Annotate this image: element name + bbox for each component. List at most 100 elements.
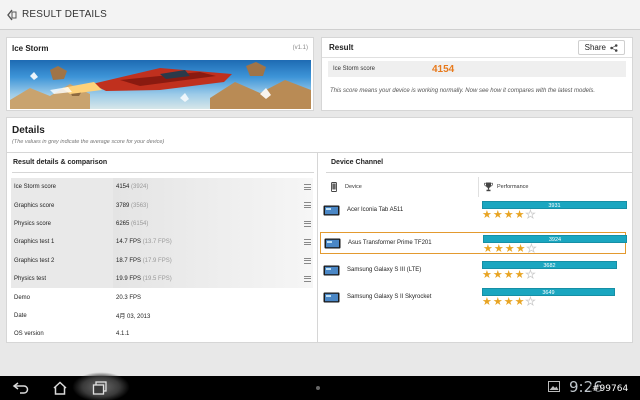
device-row[interactable]: Acer Iconia Tab A511 3931 ★ ★ ★ ★ ★ [320,199,627,221]
share-button[interactable]: Share [577,40,625,55]
row-menu-icon[interactable] [304,184,311,190]
row-label: Physics score [14,220,52,227]
score-bar-value: 3931 [548,202,561,209]
menu-dot-icon[interactable] [316,386,320,390]
gallery-notification-icon[interactable] [548,381,560,392]
divider [326,172,632,173]
score-value: 4154 [432,63,455,75]
table-row[interactable]: Graphics score 3789 (3563) [11,196,313,215]
row-label: Ice Storm score [14,184,57,191]
star-icon: ★ [525,269,536,281]
home-button[interactable] [46,378,74,398]
score-bar-value: 3682 [543,262,556,269]
row-menu-icon[interactable] [304,275,311,282]
column-divider [317,152,318,342]
device-channel-heading: Device Channel [331,159,384,166]
row-value: 19.9 FPS (19.5 FPS) [116,276,172,283]
chevron-left-icon [7,9,17,20]
table-row: Demo 20.3 FPS [11,288,313,306]
device-thumbnail-icon [324,238,341,249]
device-name: Samsung Galaxy S II Skyrocket [347,294,432,300]
rating-stars: ★ ★ ★ ★ ★ [482,209,536,221]
row-value: 14.7 FPS (13.7 FPS) [116,239,172,246]
row-label: OS version [14,331,44,338]
star-icon: ★ [514,296,525,308]
row-label: Date [14,312,27,319]
divider [478,177,479,197]
star-icon: ★ [492,296,503,308]
trophy-icon [484,182,493,192]
test-name: Ice Storm [12,43,49,53]
table-row[interactable]: Ice Storm score 4154 (3924) [11,178,313,197]
row-label: Physics test [14,276,47,283]
result-card: Result Share Ice Storm score 4154 This s… [321,37,633,111]
row-label: Graphics test 2 [14,257,55,264]
performance-column-label: Performance [497,184,529,190]
star-icon: ★ [514,269,525,281]
row-value: 4.1.1 [116,331,130,338]
result-details-table: Ice Storm score 4154 (3924) Graphics sco… [11,178,313,344]
score-bar: 3931 [482,201,627,209]
row-menu-icon[interactable] [304,220,311,227]
row-value: 3789 (3563) [116,202,149,209]
row-label: Demo [14,294,31,301]
back-button[interactable] [7,378,35,398]
recent-apps-button[interactable] [86,378,114,398]
table-row[interactable]: Graphics test 2 18.7 FPS (17.9 FPS) [11,251,313,270]
result-details-heading: Result details & comparison [13,159,108,166]
divider [7,152,632,153]
table-row: Date 4月 03, 2013 [11,307,313,325]
rating-stars: ★ ★ ★ ★ ★ [483,243,537,255]
star-icon: ★ [482,269,492,281]
score-row: Ice Storm score 4154 [328,61,626,77]
star-icon: ★ [503,209,514,221]
rating-stars: ★ ★ ★ ★ ★ [482,296,536,308]
row-menu-icon[interactable] [304,257,311,264]
row-menu-icon[interactable] [304,202,311,209]
score-bar: 3924 [483,235,627,243]
row-menu-icon[interactable] [304,239,311,246]
device-column-label: Device [345,184,362,190]
device-thumbnail-icon [323,265,340,276]
divider [12,172,314,173]
score-bar-value: 3924 [548,236,562,243]
score-label: Ice Storm score [333,66,376,72]
row-label: Graphics test 1 [14,239,55,246]
test-card: Ice Storm (v1.1) [6,37,314,111]
device-row[interactable]: Samsung Galaxy S II Skyrocket 3649 ★ ★ ★ ★ ★ [320,286,626,308]
action-bar: RESULT DETAILS [0,0,640,30]
table-row[interactable]: Graphics test 1 14.7 FPS (13.7 FPS) [11,233,313,252]
row-value: 20.3 FPS [116,294,142,301]
back-icon [12,382,29,394]
details-title: Details [12,125,45,136]
row-value: 4月 03, 2013 [116,314,151,321]
device-name: Samsung Galaxy S III (LTE) [347,267,422,273]
score-description: This score means your device is working … [330,88,595,94]
device-name: Acer Iconia Tab A511 [347,207,404,213]
share-label: Share [584,43,606,52]
star-icon: ★ [492,269,503,281]
recent-apps-icon [92,381,107,395]
star-icon: ★ [514,209,525,221]
star-icon: ★ [525,209,536,221]
performance-column-header: Performance [484,177,529,197]
back-up-button[interactable] [0,0,22,30]
score-bar: 3682 [482,261,617,269]
table-row[interactable]: Physics score 6265 (6154) [11,214,313,234]
phone-icon [331,182,337,192]
star-icon: ★ [504,243,515,255]
performance-cell: 3924 ★ ★ ★ ★ ★ [483,235,629,255]
row-value: 18.7 FPS (17.9 FPS) [116,257,172,264]
row-value: 4154 (3924) [116,184,149,191]
performance-cell: 3682 ★ ★ ★ ★ ★ [482,261,628,281]
device-row[interactable]: Asus Transformer Prime TF201 3924 ★ ★ ★ ★ ★ [320,232,629,255]
star-icon: ★ [492,209,503,221]
star-icon: ★ [515,243,526,255]
device-thumbnail-icon [323,292,340,303]
table-row: OS version 4.1.1 [11,325,313,343]
device-row[interactable]: Samsung Galaxy S III (LTE) 3682 ★ ★ ★ ★ ★ [320,259,626,281]
test-version: (v1.1) [292,45,308,51]
star-icon: ★ [483,243,493,255]
home-icon [53,381,67,395]
table-row[interactable]: Physics test 19.9 FPS (19.5 FPS) [11,269,313,289]
